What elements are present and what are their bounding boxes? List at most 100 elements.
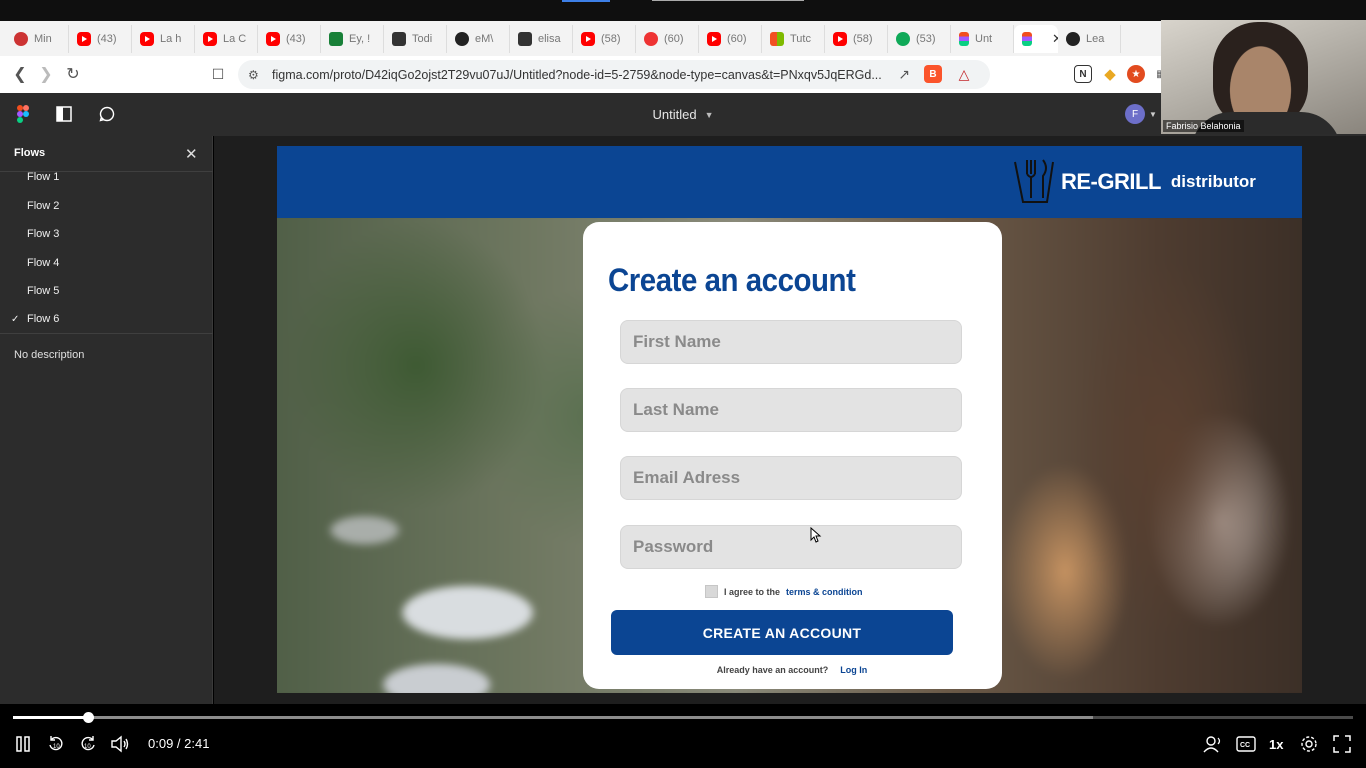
site-info-icon[interactable]: ⚙ — [248, 68, 259, 82]
browser-tab[interactable]: (43) — [69, 24, 132, 53]
comment-svg — [99, 106, 115, 122]
button-label: CREATE AN ACCOUNT — [702, 624, 862, 641]
tab-label: eM\ — [475, 32, 494, 45]
brand-subtitle: distributor — [1170, 172, 1256, 191]
tab-label: Lea — [1086, 32, 1105, 45]
browser-tab[interactable]: Unt — [951, 24, 1014, 53]
browser-tab[interactable]: Todi — [384, 24, 447, 53]
prototype-header: RE-GRILL distributor — [277, 146, 1302, 218]
field-placeholder: Password — [633, 537, 714, 556]
field-placeholder: Last Name — [633, 400, 719, 419]
browser-tab[interactable]: Lea — [1058, 24, 1121, 53]
browser-tab[interactable]: Ey, ! — [321, 24, 384, 53]
file-title: Untitled — [652, 107, 697, 122]
back-icon[interactable]: ❮ — [7, 61, 33, 87]
brave-shield-icon[interactable]: B — [924, 65, 942, 83]
terms-checkbox[interactable] — [705, 585, 718, 598]
email-field[interactable]: Email Adress — [620, 456, 962, 500]
terms-link[interactable]: terms & condition — [786, 587, 863, 597]
pause-icon[interactable] — [15, 734, 31, 754]
url-field[interactable]: ⚙ figma.com/proto/D42iqGo2ojst2T29vu07uJ… — [238, 60, 990, 89]
flow-item-5[interactable]: Flow 5 — [0, 278, 213, 304]
sidebar-title: Flows — [14, 147, 46, 159]
browser-tab[interactable]: La h — [132, 24, 195, 53]
browser-tab[interactable]: elisa — [510, 24, 573, 53]
tab-label: (58) — [853, 32, 873, 45]
browser-tab[interactable]: Tutc — [762, 24, 825, 53]
flow-item-4[interactable]: Flow 4 — [0, 250, 213, 276]
flow-item-6[interactable]: ✓ Flow 6 — [0, 306, 213, 332]
youtube-icon — [581, 31, 595, 46]
extension-icon[interactable]: ◆ — [1101, 65, 1119, 83]
notion-icon[interactable]: N — [1074, 65, 1092, 83]
rewind-10-icon[interactable]: 10 — [47, 734, 65, 754]
captions-icon[interactable]: CC — [1236, 734, 1256, 754]
grill-logo-icon — [1014, 159, 1054, 203]
field-placeholder: First Name — [633, 332, 721, 351]
browser-tab[interactable]: (43) — [258, 24, 321, 53]
sidebar-toggle-icon[interactable] — [55, 105, 73, 123]
browser-tab[interactable]: (58) — [573, 24, 636, 53]
progress-track[interactable] — [13, 712, 1353, 723]
figma-logo-icon[interactable] — [14, 105, 32, 123]
captions-svg: CC — [1236, 736, 1256, 752]
share-icon[interactable]: ↗ — [898, 66, 910, 83]
page-title: Create an account — [608, 262, 856, 298]
figma-icon — [959, 31, 969, 46]
tab-label: (53) — [916, 32, 936, 45]
tab-label: Min — [34, 32, 52, 45]
screen: { "browser": { "tabs": [ {"label": "Min"… — [0, 0, 1366, 768]
browser-tab[interactable]: La C — [195, 24, 258, 53]
tab-bar: Min (43) La h La C (43) Ey, ! Todi eM\ elisa (58)… — [0, 21, 1161, 56]
forward-10-icon[interactable]: 10 — [79, 734, 97, 754]
browser-tab[interactable]: eM\ — [447, 24, 510, 53]
flow-item-3[interactable]: Flow 3 — [0, 221, 213, 247]
avatar[interactable]: F — [1125, 104, 1145, 124]
tab-label: Todi — [412, 32, 433, 45]
record-icon — [644, 31, 658, 46]
checkmark-icon: ✓ — [11, 313, 20, 325]
settings-icon[interactable] — [1300, 734, 1318, 754]
youtube-icon — [833, 31, 847, 46]
chevron-down-icon[interactable]: ▼ — [1148, 105, 1158, 123]
microsoft-icon — [770, 31, 784, 46]
last-name-field[interactable]: Last Name — [620, 388, 962, 432]
brave-rewards-icon[interactable]: △ — [955, 65, 973, 83]
browser-tab[interactable]: (60) — [636, 24, 699, 53]
login-link[interactable]: Log In — [840, 665, 867, 675]
browser-tab[interactable]: (60) — [699, 24, 762, 53]
bookmark-icon[interactable]: ☐ — [205, 61, 231, 87]
github-icon — [455, 31, 469, 46]
fullscreen-icon[interactable] — [1333, 734, 1351, 754]
browser-tab[interactable]: ✕ — [1014, 24, 1058, 53]
browser-tab[interactable]: Min — [6, 24, 69, 53]
close-icon[interactable]: ✕ — [185, 145, 198, 163]
figma-logo-svg — [17, 105, 29, 123]
scrubber-handle[interactable] — [82, 712, 94, 723]
chat-icon — [329, 31, 343, 46]
tab-label: Unt — [975, 32, 993, 45]
github-icon — [1066, 31, 1080, 46]
volume-icon[interactable] — [110, 734, 130, 754]
rewind-svg: 10 — [49, 736, 63, 751]
browser-tab[interactable]: (53) — [888, 24, 951, 53]
extension-icon[interactable]: ★ — [1127, 65, 1145, 83]
transcript-icon[interactable] — [1203, 734, 1223, 754]
avatar-initial: F — [1131, 108, 1139, 120]
brand-logo: RE-GRILL distributor — [1013, 158, 1256, 206]
divider — [0, 333, 213, 334]
reload-icon[interactable]: ↻ — [60, 61, 86, 87]
mouse-cursor-icon — [810, 527, 822, 543]
browser-tab[interactable]: (58) — [825, 24, 888, 53]
password-field[interactable]: Password — [620, 525, 962, 569]
file-title-menu[interactable]: Untitled ▼ — [0, 93, 1366, 136]
first-name-field[interactable]: First Name — [620, 320, 962, 364]
flow-item-2[interactable]: Flow 2 — [0, 193, 213, 219]
forward-icon[interactable]: ❯ — [33, 61, 59, 87]
playback-speed-button[interactable]: 1x — [1269, 734, 1283, 754]
comment-icon[interactable] — [98, 105, 116, 123]
youtube-icon — [140, 31, 154, 46]
flow-item-1[interactable]: Flow 1 — [0, 164, 213, 190]
agree-text: I agree to the — [724, 586, 781, 597]
create-account-button[interactable]: CREATE AN ACCOUNT — [611, 610, 953, 655]
